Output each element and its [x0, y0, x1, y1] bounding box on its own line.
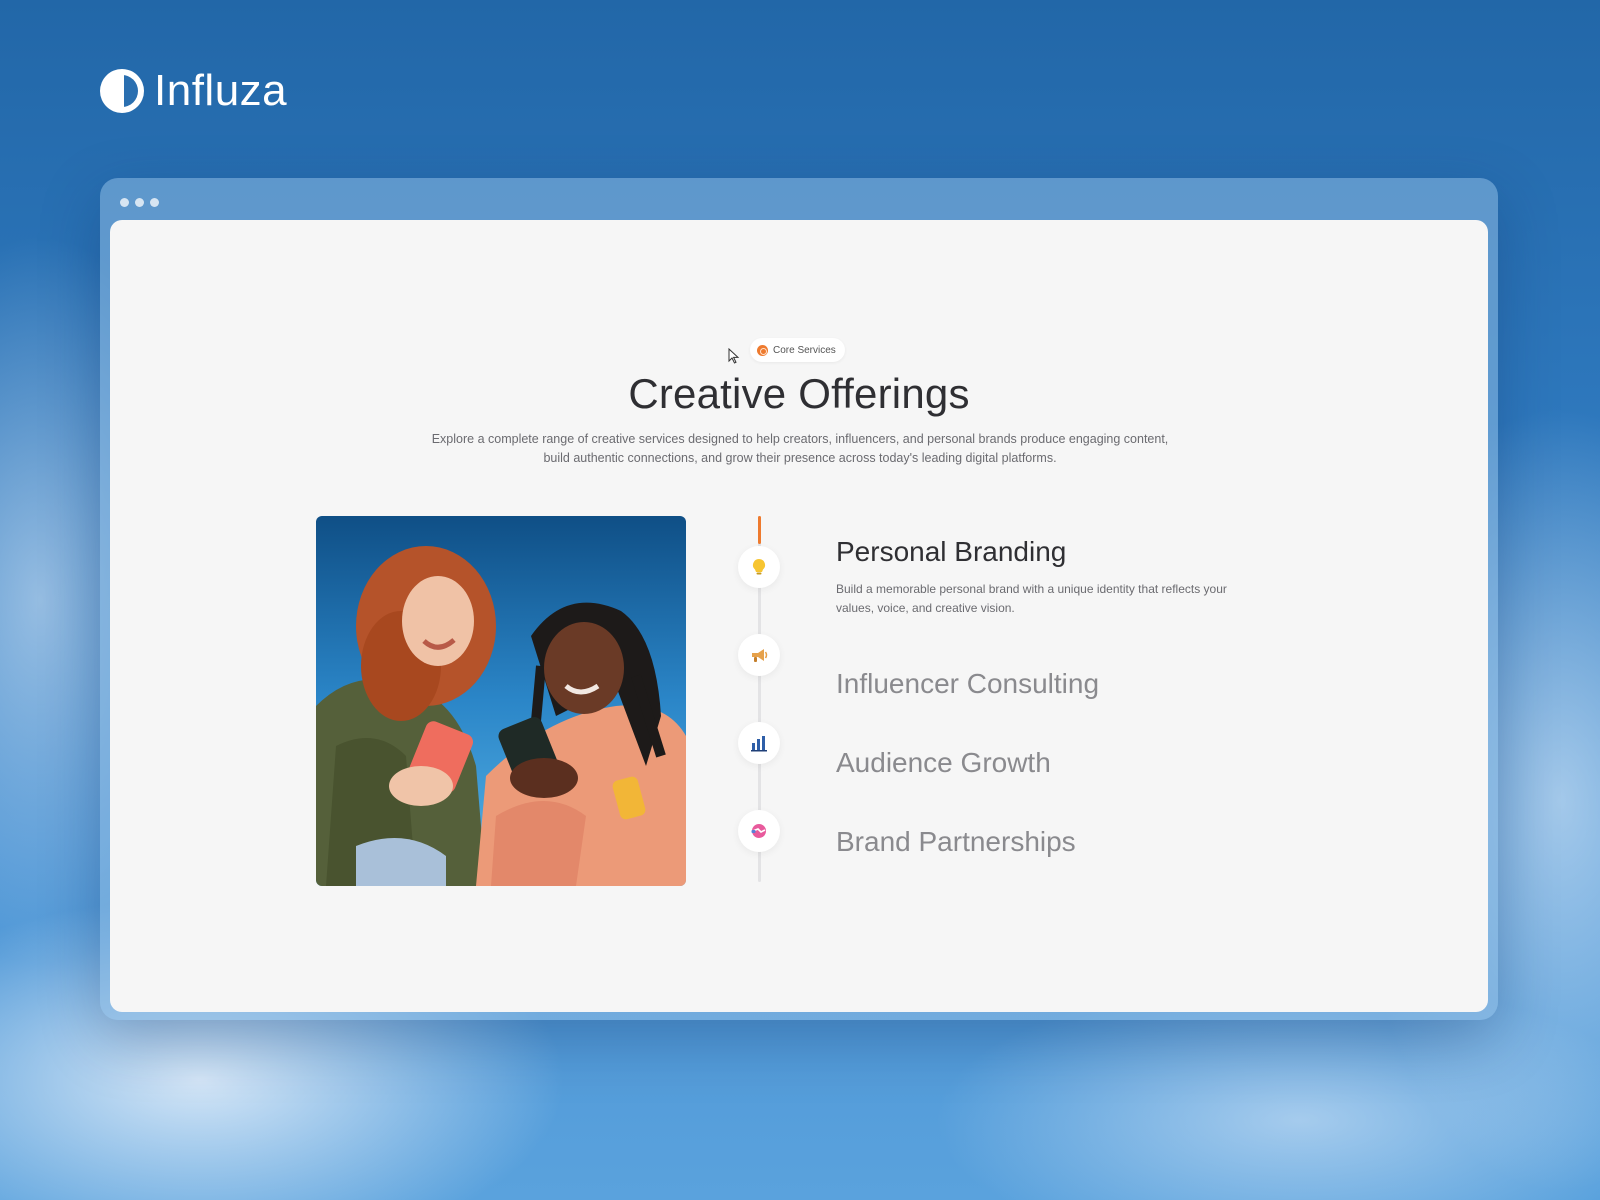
- service-title: Personal Branding: [836, 536, 1067, 567]
- window-dot[interactable]: [135, 198, 144, 207]
- section-badge: Core Services: [750, 338, 845, 362]
- section-title: Creative Offerings: [628, 370, 970, 417]
- megaphone-icon: [752, 649, 768, 662]
- service-item-personal-branding[interactable]: Personal Branding Build a memorable pers…: [836, 536, 1266, 618]
- handshake-icon: [751, 824, 766, 838]
- brand-logo[interactable]: Influza: [98, 66, 287, 116]
- browser-window: Core Services Creative Offerings Explore…: [100, 178, 1498, 1020]
- service-item-brand-partnerships[interactable]: Brand Partnerships: [836, 826, 1076, 858]
- timeline-node-bar-chart[interactable]: [738, 722, 780, 764]
- service-title: Brand Partnerships: [836, 826, 1076, 857]
- window-dot[interactable]: [150, 198, 159, 207]
- service-description: Build a memorable personal brand with a …: [836, 582, 1227, 615]
- section-subtitle: Explore a complete range of creative ser…: [431, 432, 1169, 465]
- brand-name: Influza: [154, 66, 288, 115]
- service-item-influencer-consulting[interactable]: Influencer Consulting: [836, 668, 1099, 700]
- timeline-node-lightbulb[interactable]: [738, 546, 780, 588]
- service-title: Audience Growth: [836, 747, 1051, 778]
- services-timeline: [730, 516, 790, 916]
- timeline-node-handshake[interactable]: [738, 810, 780, 852]
- service-item-audience-growth[interactable]: Audience Growth: [836, 747, 1051, 779]
- timeline-node-megaphone[interactable]: [738, 634, 780, 676]
- photo-two-women-with-phones: [316, 516, 686, 886]
- window-dots: [120, 198, 159, 207]
- service-title: Influencer Consulting: [836, 668, 1100, 699]
- window-dot[interactable]: [120, 198, 129, 207]
- globe-icon: [757, 344, 768, 356]
- half-circle-logo-icon: [100, 69, 144, 113]
- page-content: Core Services Creative Offerings Explore…: [110, 220, 1488, 1012]
- section-badge-label: Core Services: [773, 344, 836, 356]
- mouse-cursor-icon: [728, 348, 740, 364]
- bar-chart-icon: [751, 736, 767, 752]
- lightbulb-icon: [752, 558, 766, 575]
- timeline-progress: [758, 516, 761, 544]
